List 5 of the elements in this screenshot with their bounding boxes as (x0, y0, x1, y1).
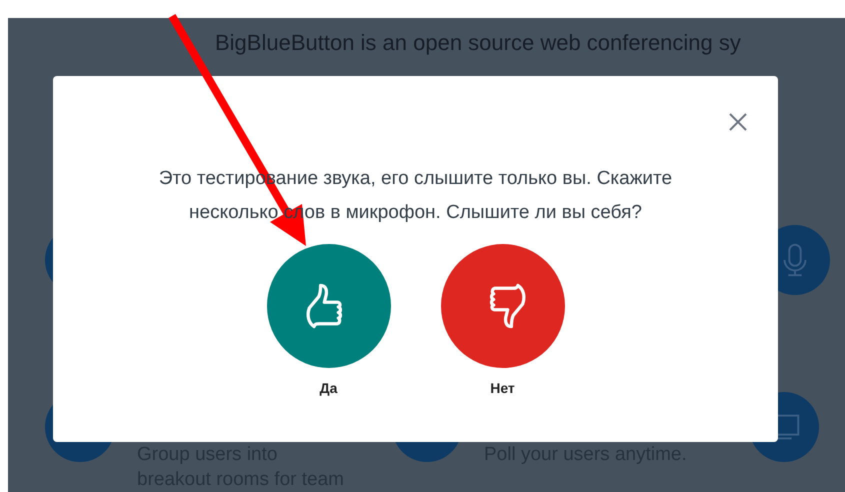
close-button[interactable] (728, 112, 748, 132)
choice-label: Да (320, 380, 338, 396)
intro-text: BigBlueButton is an open source web conferencing sy (214, 29, 742, 55)
choice-label: Нет (490, 380, 515, 396)
close-icon (728, 112, 748, 132)
